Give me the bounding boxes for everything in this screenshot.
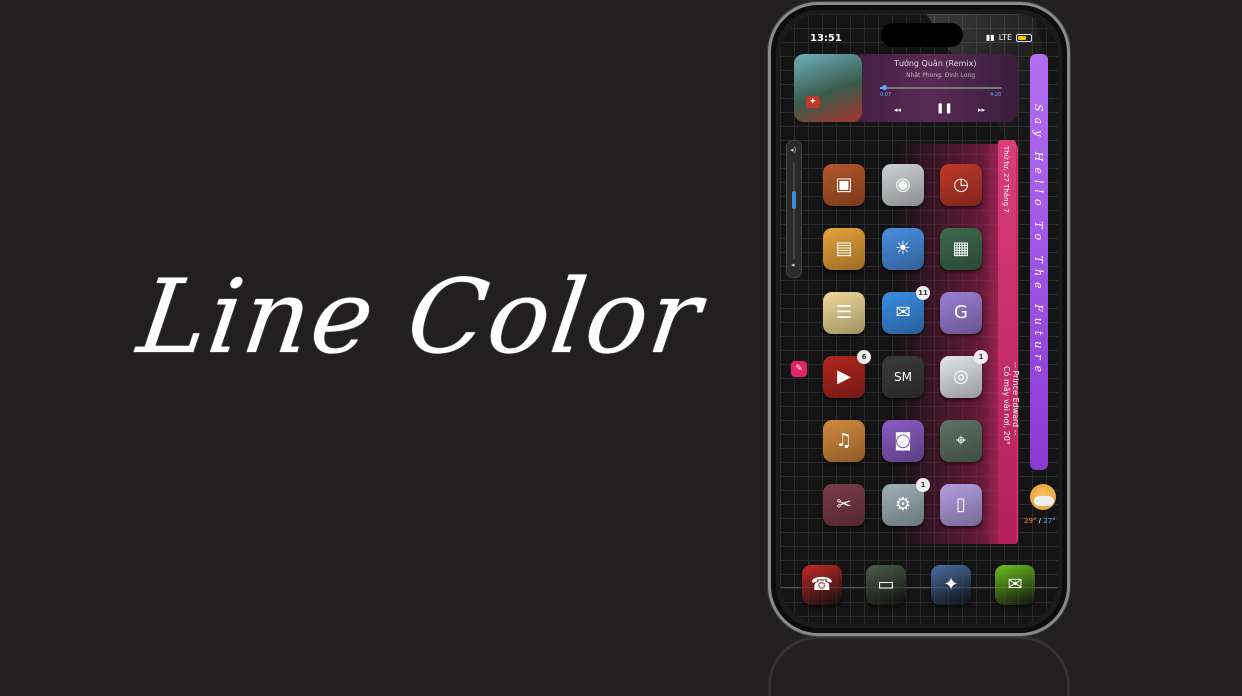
volume-high-icon: ◂) [790, 146, 797, 154]
music-glyph-icon: ♫ [835, 430, 853, 451]
mail-app-icon[interactable]: ✉ 11 [882, 286, 930, 334]
safari-dock-icon[interactable]: ✦ [931, 565, 971, 605]
next-button[interactable]: ▸▸ [978, 106, 985, 114]
date-text: Thứ tư, 27 Tháng 7 [1002, 146, 1010, 213]
phone-reflection [768, 636, 1070, 696]
dynamic-island [881, 23, 963, 47]
files-app-icon[interactable]: ▯ [940, 484, 982, 526]
calendar-app-icon[interactable]: ▤ [823, 228, 865, 270]
signal-icon: ▮▮ [985, 33, 995, 42]
temp-low: 27° [1043, 517, 1056, 525]
volume-slider[interactable]: ◂) ◂ [786, 140, 802, 278]
weather-app-icon[interactable]: ☀ [882, 228, 924, 270]
camera-glyph-icon: ◉ [895, 174, 911, 195]
sm-pro-glyph-icon: SM [894, 370, 912, 384]
battery-icon [1016, 33, 1032, 42]
phone-dock-icon[interactable]: ☎ [802, 565, 842, 605]
store-dock-icon[interactable]: ▭ [866, 565, 906, 605]
calculator-app-icon[interactable]: ▦ [940, 228, 982, 270]
temp-high: 29° [1024, 517, 1037, 525]
camera-app-icon[interactable]: ◉ [882, 164, 924, 206]
quote-author: -- Prince Edward -- [1011, 362, 1020, 436]
notes-app-icon[interactable]: ☰ [823, 292, 865, 334]
calendar-glyph-icon: ▤ [835, 238, 853, 259]
maps-app-icon[interactable]: ⌖ [940, 420, 982, 462]
weather-glyph-icon: ☀ [894, 238, 912, 259]
song-title: Tướng Quân (Remix) [894, 59, 977, 68]
clock-app-icon[interactable]: ◷ [940, 164, 982, 206]
say-hello-text: Say Hello To The Future [1032, 104, 1045, 379]
notification-badge: 1 [974, 350, 988, 364]
network-label: LTE [998, 33, 1012, 42]
time-total: 4:20 [990, 92, 1002, 98]
status-time: 13:51 [810, 33, 842, 44]
messages-glyph-icon: ✉ [1007, 574, 1023, 595]
song-artist: Nhật Phong, Đinh Long [906, 72, 976, 79]
messages-dock-icon[interactable]: ✉ [995, 565, 1035, 605]
safari-glyph-icon: ✦ [943, 574, 959, 595]
headline-title: Line Color [131, 258, 710, 377]
temp-separator: / [1038, 517, 1042, 525]
lens-app-icon[interactable]: ◎ 1 [940, 350, 988, 398]
tools-app-icon[interactable]: ✂ [823, 484, 865, 526]
game-glyph-icon: ◙ [894, 430, 912, 451]
settings-app-icon[interactable]: ⚙ 1 [882, 478, 930, 526]
clock-glyph-icon: ◷ [953, 174, 969, 195]
youtube-app-icon[interactable]: ▶ 6 [823, 350, 871, 398]
time-elapsed: 0:07 [880, 92, 892, 98]
notification-badge: 1 [916, 478, 930, 492]
status-bar-right: ▮▮ LTE [986, 33, 1032, 42]
photo-app-icon[interactable]: ▣ [823, 164, 865, 206]
progress-bar[interactable] [880, 85, 1002, 90]
sm-pro-app-icon[interactable]: SM [882, 356, 924, 398]
photo-glyph-icon: ▣ [835, 174, 853, 195]
album-art: ✦ [794, 54, 862, 122]
translate-glyph-icon: G [954, 302, 968, 323]
volume-track [793, 163, 795, 259]
previous-button[interactable]: ◂◂ [894, 106, 901, 114]
phone-glyph-icon: ☎ [810, 574, 834, 595]
quote-text: -- Prince Edward -- Có mây vài nơi, 20° [1002, 362, 1020, 445]
calculator-glyph-icon: ▦ [952, 238, 970, 259]
game-app-icon[interactable]: ◙ [882, 420, 924, 462]
notification-badge: 11 [916, 286, 930, 300]
translate-app-icon[interactable]: G [940, 292, 982, 334]
notification-badge: 6 [857, 350, 871, 364]
notes-glyph-icon: ☰ [835, 302, 853, 323]
phone-mockup: 13:51 ▮▮ LTE ✦ Tướng Quân (Remix) Nhật P… [768, 2, 1070, 636]
music-widget[interactable]: ✦ Tướng Quân (Remix) Nhật Phong, Đinh Lo… [794, 54, 1018, 122]
volume-thumb[interactable] [792, 191, 796, 209]
music-app-icon[interactable]: ♫ [823, 420, 865, 462]
shortcut-icon[interactable]: ✎ [791, 361, 807, 377]
pause-button[interactable]: ❚❚ [936, 103, 953, 114]
tools-glyph-icon: ✂ [836, 494, 852, 515]
store-glyph-icon: ▭ [877, 574, 895, 595]
maps-glyph-icon: ⌖ [955, 430, 967, 451]
files-glyph-icon: ▯ [956, 494, 966, 515]
volume-low-icon: ◂ [791, 261, 795, 269]
weather-temps: 29° / 27° [1024, 517, 1056, 525]
quote-weather: Có mây vài nơi, 20° [1002, 366, 1011, 445]
phone-screen: 13:51 ▮▮ LTE ✦ Tướng Quân (Remix) Nhật P… [780, 14, 1058, 624]
album-logo-icon: ✦ [806, 96, 820, 108]
